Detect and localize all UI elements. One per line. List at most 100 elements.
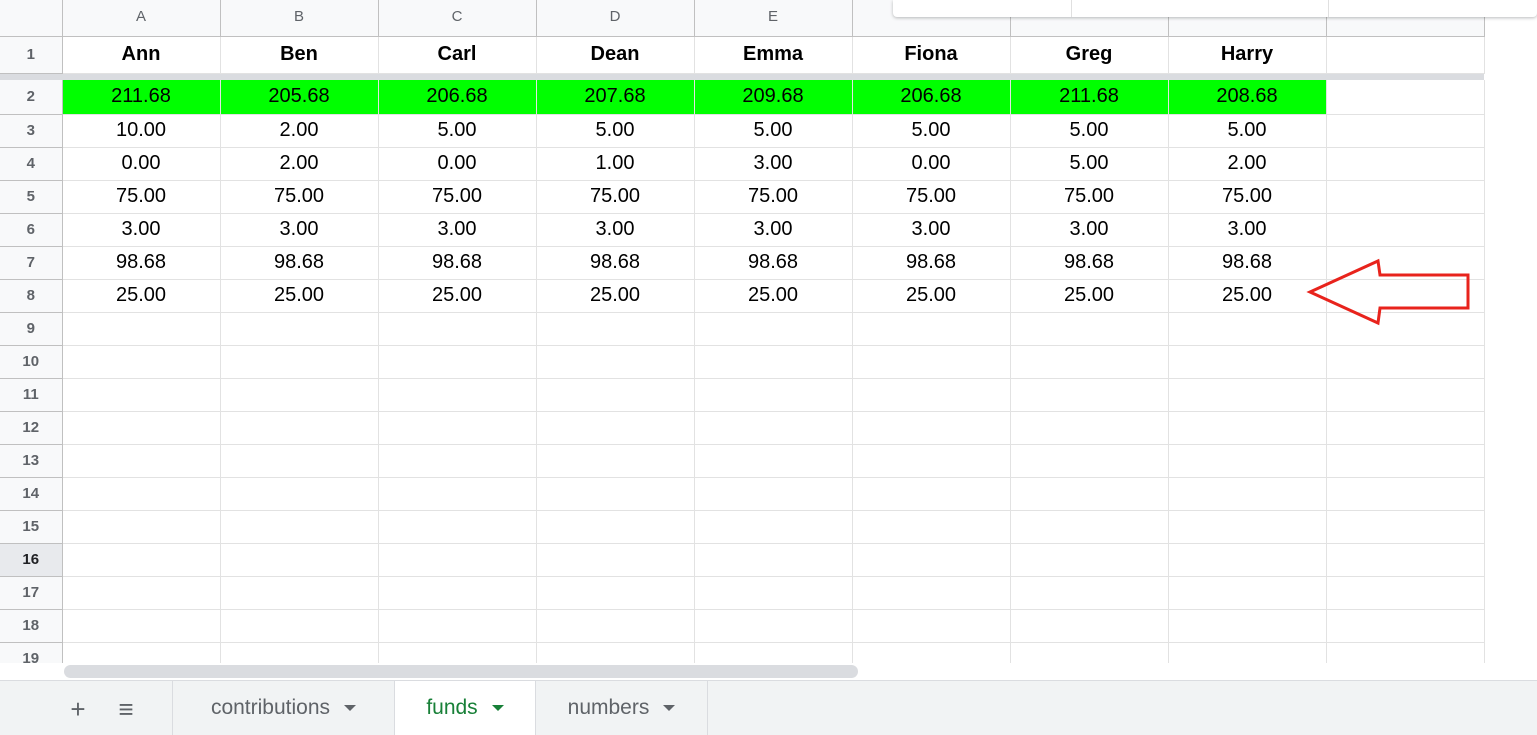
cell[interactable]: 98.68: [378, 246, 537, 280]
cell[interactable]: [1326, 36, 1485, 74]
cell[interactable]: 5.00: [536, 114, 695, 148]
cell[interactable]: [1326, 213, 1485, 247]
cell[interactable]: 25.00: [852, 279, 1011, 313]
cell[interactable]: [852, 642, 1011, 663]
cell[interactable]: 25.00: [536, 279, 695, 313]
cell[interactable]: 25.00: [378, 279, 537, 313]
column-header[interactable]: D: [536, 0, 695, 37]
frozen-row-divider[interactable]: [0, 73, 1484, 80]
cell[interactable]: [220, 543, 379, 577]
cell[interactable]: 5.00: [1168, 114, 1327, 148]
cell[interactable]: [62, 543, 221, 577]
cell[interactable]: [536, 378, 695, 412]
cell[interactable]: 98.68: [694, 246, 853, 280]
cell[interactable]: [1168, 510, 1327, 544]
cell[interactable]: [1010, 543, 1169, 577]
cell[interactable]: [1168, 642, 1327, 663]
cell[interactable]: 98.68: [62, 246, 221, 280]
cell[interactable]: [536, 543, 695, 577]
cell[interactable]: 75.00: [852, 180, 1011, 214]
row-header[interactable]: 1: [0, 36, 63, 74]
cell[interactable]: 98.68: [536, 246, 695, 280]
cell[interactable]: 75.00: [220, 180, 379, 214]
column-header[interactable]: C: [378, 0, 537, 37]
cell[interactable]: 207.68: [536, 80, 695, 115]
cell[interactable]: [62, 609, 221, 643]
cell[interactable]: [1010, 411, 1169, 445]
cell[interactable]: [378, 543, 537, 577]
cell[interactable]: [694, 411, 853, 445]
cell[interactable]: [1326, 180, 1485, 214]
cell[interactable]: [852, 477, 1011, 511]
cell[interactable]: [536, 576, 695, 610]
cell[interactable]: [536, 411, 695, 445]
cell[interactable]: [1168, 411, 1327, 445]
cell[interactable]: Dean: [536, 36, 695, 74]
cell[interactable]: [220, 411, 379, 445]
cell[interactable]: [378, 609, 537, 643]
spreadsheet-grid[interactable]: ABCDE 1 Ann Ben Carl Dean Emma Fiona Greg Harry 2…: [0, 0, 1537, 663]
row-header[interactable]: 18: [0, 609, 63, 643]
cell[interactable]: [1326, 477, 1485, 511]
cell[interactable]: [852, 609, 1011, 643]
cell[interactable]: [1326, 345, 1485, 379]
cell[interactable]: [1010, 609, 1169, 643]
cell[interactable]: 75.00: [536, 180, 695, 214]
cell[interactable]: [536, 444, 695, 478]
cell[interactable]: Emma: [694, 36, 853, 74]
cell[interactable]: [1326, 80, 1485, 115]
cell[interactable]: 25.00: [1168, 279, 1327, 313]
cell[interactable]: [852, 543, 1011, 577]
cell[interactable]: 209.68: [694, 80, 853, 115]
freeze-bar[interactable]: [0, 73, 1484, 80]
cell[interactable]: Carl: [378, 36, 537, 74]
cell[interactable]: [62, 477, 221, 511]
cell[interactable]: [62, 345, 221, 379]
cell[interactable]: [1010, 642, 1169, 663]
cell[interactable]: 98.68: [1168, 246, 1327, 280]
cell[interactable]: [536, 477, 695, 511]
cell[interactable]: 25.00: [694, 279, 853, 313]
row-header[interactable]: 5: [0, 180, 63, 214]
cell[interactable]: 75.00: [1010, 180, 1169, 214]
cell[interactable]: 75.00: [378, 180, 537, 214]
cell[interactable]: [694, 543, 853, 577]
cell[interactable]: [378, 510, 537, 544]
chevron-down-icon[interactable]: [491, 705, 504, 711]
cell[interactable]: [1326, 114, 1485, 148]
cell[interactable]: 25.00: [1010, 279, 1169, 313]
cell[interactable]: 0.00: [852, 147, 1011, 181]
cell[interactable]: [694, 477, 853, 511]
row-header[interactable]: 12: [0, 411, 63, 445]
cell[interactable]: [852, 576, 1011, 610]
row-header[interactable]: 7: [0, 246, 63, 280]
cell[interactable]: [694, 444, 853, 478]
cell[interactable]: Greg: [1010, 36, 1169, 74]
cell[interactable]: [1010, 312, 1169, 346]
row-header[interactable]: 14: [0, 477, 63, 511]
row-header[interactable]: 8: [0, 279, 63, 313]
add-sheet-button[interactable]: +: [64, 696, 92, 724]
cell[interactable]: [378, 312, 537, 346]
cell[interactable]: [62, 411, 221, 445]
cell[interactable]: 0.00: [378, 147, 537, 181]
cell[interactable]: [220, 345, 379, 379]
cell[interactable]: [1168, 477, 1327, 511]
cell[interactable]: 211.68: [1010, 80, 1169, 115]
cell[interactable]: 25.00: [220, 279, 379, 313]
cell[interactable]: [852, 411, 1011, 445]
cell[interactable]: 2.00: [1168, 147, 1327, 181]
cell[interactable]: [1168, 543, 1327, 577]
cell[interactable]: [852, 444, 1011, 478]
cell[interactable]: [1010, 477, 1169, 511]
cell[interactable]: [378, 576, 537, 610]
cell[interactable]: [1168, 345, 1327, 379]
cell[interactable]: [1010, 444, 1169, 478]
cell[interactable]: [1010, 345, 1169, 379]
cell[interactable]: 5.00: [852, 114, 1011, 148]
cell[interactable]: 3.00: [378, 213, 537, 247]
cell[interactable]: [852, 312, 1011, 346]
cell[interactable]: [852, 510, 1011, 544]
cell[interactable]: [62, 576, 221, 610]
cell[interactable]: 75.00: [694, 180, 853, 214]
